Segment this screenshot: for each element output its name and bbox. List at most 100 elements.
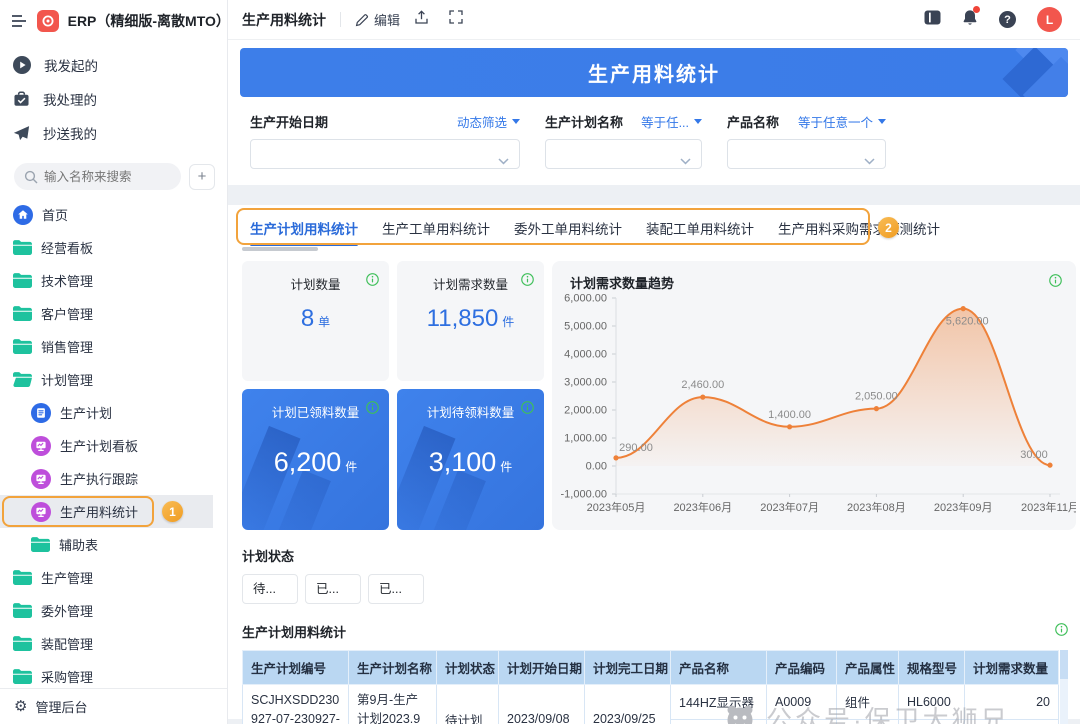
filter-operator-link[interactable]: 等于任意一个 [798, 112, 886, 131]
table-row[interactable]: SCJHXSDD230927-07-230927-06第9月-生产计划2023.… [243, 685, 1059, 720]
annotation-step-2-badge: 2 [878, 217, 899, 238]
svg-text:1,400.00: 1,400.00 [768, 409, 811, 421]
sidebar-item-生产计划看板[interactable]: 生产计划看板 [0, 429, 227, 462]
chevron-down-icon [680, 152, 691, 170]
search-box[interactable] [14, 163, 181, 190]
tab-装配工单用料统计[interactable]: 装配工单用料统计 [646, 205, 754, 251]
column-header-计划完工日期[interactable]: 计划完工日期 [585, 651, 671, 685]
stat-card-value: 3,100件 [397, 447, 544, 478]
sidebar-item-首页[interactable]: 首页 [0, 198, 227, 231]
stat-value-unit: 单 [318, 315, 330, 329]
send-icon [12, 124, 31, 143]
search-input[interactable] [14, 163, 181, 190]
quick-item-抄送我的[interactable]: 抄送我的 [0, 116, 227, 150]
sidebar-item-委外管理[interactable]: 委外管理 [0, 594, 227, 627]
tab-委外工单用料统计[interactable]: 委外工单用料统计 [514, 205, 622, 251]
status-chip-2[interactable]: 已... [368, 574, 424, 604]
cell-product_code: A0009 [767, 685, 837, 720]
user-avatar[interactable]: L [1037, 7, 1062, 32]
svg-text:-1,000.00: -1,000.00 [561, 489, 607, 501]
sidebar-item-辅助表[interactable]: 辅助表 [0, 528, 227, 561]
filter-head: 生产计划名称等于任... [545, 112, 702, 131]
filter-operator-link[interactable]: 动态筛选 [457, 112, 520, 131]
tab-生产计划用料统计[interactable]: 生产计划用料统计 [250, 205, 358, 251]
sidebar-header: ERP（精细版-离散MTO） [0, 0, 227, 40]
column-header-计划需求数量[interactable]: 计划需求数量 [965, 651, 1059, 685]
quick-item-我发起的[interactable]: 我发起的 [0, 48, 227, 82]
filter-select-2[interactable] [727, 139, 886, 169]
filter-select-0[interactable] [250, 139, 520, 169]
caret-down-icon [694, 119, 702, 124]
info-icon[interactable] [1049, 274, 1062, 292]
panel-toggle-icon[interactable] [924, 10, 941, 30]
app-title: ERP（精细版-离散MTO） [68, 11, 227, 31]
board-icon [31, 502, 51, 522]
sidebar-item-label: 装配管理 [41, 634, 93, 653]
sidebar-item-label: 采购管理 [41, 667, 93, 686]
status-chip-1[interactable]: 已... [305, 574, 361, 604]
info-icon[interactable] [366, 273, 379, 291]
home-icon [13, 205, 33, 225]
sidebar-item-生产计划[interactable]: 生产计划 [0, 396, 227, 429]
caret-down-icon [878, 119, 886, 124]
plan-status-section: 计划状态 待...已...已... [242, 546, 1076, 604]
svg-text:290.00: 290.00 [619, 442, 653, 454]
table-scrollbar[interactable] [1059, 650, 1068, 724]
filter-bar: 生产开始日期动态筛选生产计划名称等于任...产品名称等于任意一个 [240, 112, 1068, 169]
quick-access-list: 我发起的我处理的抄送我的 [0, 48, 227, 150]
info-icon[interactable] [366, 401, 379, 419]
column-header-产品名称[interactable]: 产品名称 [671, 651, 767, 685]
fullscreen-icon[interactable] [449, 10, 463, 29]
help-icon[interactable]: ? [999, 11, 1016, 28]
status-chip-0[interactable]: 待... [242, 574, 298, 604]
sidebar-item-装配管理[interactable]: 装配管理 [0, 627, 227, 660]
filter-operator-text: 等于任意一个 [798, 112, 873, 131]
column-header-生产计划编号[interactable]: 生产计划编号 [243, 651, 349, 685]
column-header-产品属性[interactable]: 产品属性 [837, 651, 899, 685]
tab-生产用料采购需求预测统计[interactable]: 生产用料采购需求预测统计 [778, 205, 940, 251]
filter-head: 产品名称等于任意一个 [727, 112, 886, 131]
svg-text:2023年07月: 2023年07月 [760, 500, 819, 514]
filter-label: 产品名称 [727, 112, 779, 131]
cell-product_name: 144HZ显示器 [671, 685, 767, 720]
column-header-产品编码[interactable]: 产品编码 [767, 651, 837, 685]
svg-text:5,000.00: 5,000.00 [564, 321, 607, 333]
quick-item-label: 我发起的 [44, 55, 98, 75]
info-icon[interactable] [521, 401, 534, 419]
sidebar-item-生产用料统计[interactable]: 生产用料统计1 [0, 495, 213, 528]
sidebar-item-生产执行跟踪[interactable]: 生产执行跟踪 [0, 462, 227, 495]
info-icon[interactable] [521, 273, 534, 291]
column-header-生产计划名称[interactable]: 生产计划名称 [349, 651, 437, 685]
svg-text:2023年11月: 2023年11月 [1021, 500, 1076, 514]
sidebar-menu: 首页经营看板技术管理客户管理销售管理计划管理生产计划生产计划看板生产执行跟踪生产… [0, 198, 227, 693]
notification-bell-icon[interactable] [962, 9, 978, 31]
filter-select-1[interactable] [545, 139, 702, 169]
folder-open-icon [13, 372, 32, 387]
add-app-button[interactable]: + [189, 164, 215, 190]
sidebar-item-客户管理[interactable]: 客户管理 [0, 297, 227, 330]
sidebar-item-生产管理[interactable]: 生产管理 [0, 561, 227, 594]
column-header-规格型号[interactable]: 规格型号 [899, 651, 965, 685]
share-icon[interactable] [414, 10, 429, 30]
column-header-计划状态[interactable]: 计划状态 [437, 651, 499, 685]
filter-operator-link[interactable]: 等于任... [641, 112, 702, 131]
info-icon[interactable] [1055, 623, 1068, 641]
sidebar-item-经营看板[interactable]: 经营看板 [0, 231, 227, 264]
column-header-计划开始日期[interactable]: 计划开始日期 [499, 651, 585, 685]
menu-toggle-icon[interactable] [12, 15, 28, 27]
tasks-icon [12, 90, 31, 109]
sidebar-item-label: 技术管理 [41, 271, 93, 290]
quick-item-label: 抄送我的 [43, 123, 97, 143]
quick-item-我处理的[interactable]: 我处理的 [0, 82, 227, 116]
sidebar-item-销售管理[interactable]: 销售管理 [0, 330, 227, 363]
admin-console-button[interactable]: ⚙ 管理后台 [0, 688, 227, 724]
folder-icon [31, 537, 50, 552]
edit-button[interactable]: 编辑 [355, 10, 400, 29]
stat-value-number: 3,100 [429, 447, 497, 477]
sidebar-item-计划管理[interactable]: 计划管理 [0, 363, 227, 396]
sidebar-item-技术管理[interactable]: 技术管理 [0, 264, 227, 297]
tab-生产工单用料统计[interactable]: 生产工单用料统计 [382, 205, 490, 251]
tabs: 生产计划用料统计生产工单用料统计委外工单用料统计装配工单用料统计生产用料采购需求… [250, 205, 940, 251]
content-area: 生产用料统计 生产开始日期动态筛选生产计划名称等于任...产品名称等于任意一个 … [228, 40, 1080, 724]
stat-value-unit: 件 [500, 460, 512, 474]
